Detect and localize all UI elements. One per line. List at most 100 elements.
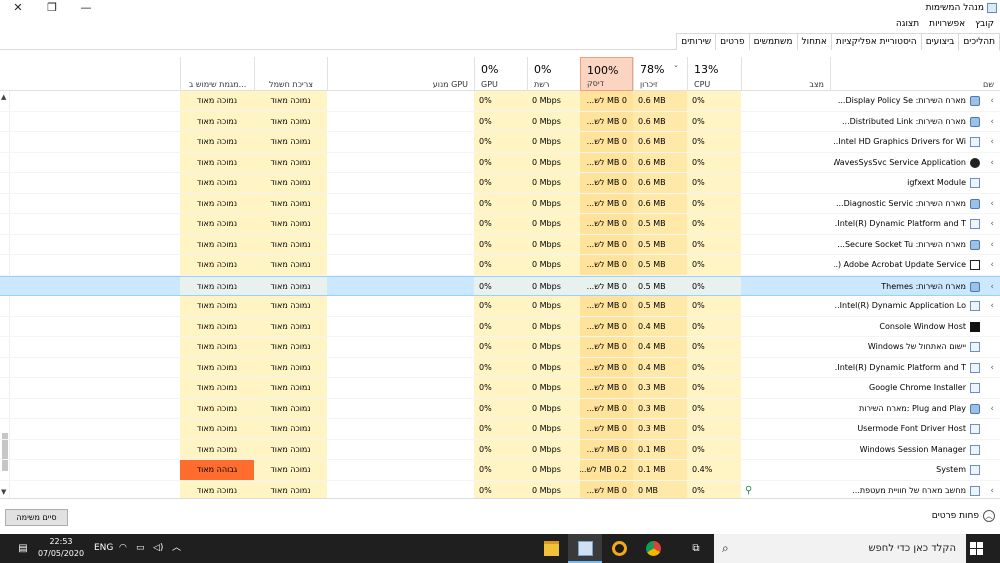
- file-explorer-tile[interactable]: [534, 534, 568, 563]
- menu-view[interactable]: תצוגה: [896, 19, 919, 29]
- header-power-trend[interactable]: מגמת שימוש ב...: [180, 57, 254, 91]
- process-row[interactable]: נמוכה מאוד נמוכה מאוד 0% 0 Mbps 0 MB לש... 0.…: [0, 398, 1000, 419]
- memory-cell: 0.6 MB: [633, 132, 687, 152]
- power-cell: נמוכה מאוד: [254, 234, 327, 254]
- process-row[interactable]: נמוכה מאוד נמוכה מאוד 0% 0 Mbps 0 MB לש... 0.…: [0, 316, 1000, 337]
- fewer-details-link[interactable]: ︿פחות פרטים: [932, 510, 995, 522]
- process-row[interactable]: נמוכה מאוד נמוכה מאוד 0% 0 Mbps 0 MB לש... 0.…: [0, 91, 1000, 112]
- notifications-icon[interactable]: ▤: [12, 534, 34, 563]
- memory-cell: 0.4 MB: [633, 357, 687, 377]
- task-manager-tile[interactable]: [568, 534, 602, 563]
- header-gpu-engine[interactable]: מנוע GPU: [327, 57, 474, 91]
- cpu-cell: 0%: [687, 173, 741, 193]
- process-row[interactable]: נמוכה מאוד נמוכה מאוד 0% 0 Mbps 0 MB לש... 0.…: [0, 214, 1000, 235]
- process-name: מארח השירות: Distributed Link...: [841, 116, 966, 126]
- process-icon: [970, 260, 980, 270]
- end-task-button[interactable]: סיים משימה: [5, 509, 68, 526]
- tab-app-history[interactable]: היסטוריית אפליקציות: [830, 33, 922, 50]
- tab-performance[interactable]: ביצועים: [920, 33, 960, 50]
- tab-users[interactable]: משתמשים: [748, 33, 798, 50]
- app-tile-3[interactable]: [602, 534, 636, 563]
- process-name-cell: › מארח השירות: Secure Socket Tu...: [830, 235, 1000, 255]
- header-status[interactable]: מצב: [741, 57, 830, 91]
- process-row[interactable]: גבוהה מאוד נמוכה מאוד 0% 0 Mbps 0.2 MB לש...…: [0, 460, 1000, 481]
- windows-start-icon[interactable]: [970, 542, 983, 555]
- process-row[interactable]: נמוכה מאוד נמוכה מאוד 0% 0 Mbps 0 MB לש... 0.…: [0, 234, 1000, 255]
- process-row[interactable]: נמוכה מאוד נמוכה מאוד 0% 0 Mbps 0 MB לש... 0.…: [0, 255, 1000, 276]
- process-row[interactable]: נמוכה מאוד נמוכה מאוד 0% 0 Mbps 0 MB לש... 0.…: [0, 111, 1000, 132]
- header-gpu[interactable]: 0% GPU: [474, 57, 527, 91]
- header-name[interactable]: שם: [830, 57, 1000, 91]
- tab-services[interactable]: שירותים: [676, 33, 717, 50]
- expand-chevron-icon[interactable]: ›: [990, 112, 994, 132]
- expand-chevron-icon[interactable]: ›: [990, 91, 994, 111]
- process-row[interactable]: נמוכה מאוד נמוכה מאוד 0% 0 Mbps 0 MB לש... 0.…: [0, 357, 1000, 378]
- expand-chevron-icon[interactable]: ›: [990, 296, 994, 316]
- process-row[interactable]: נמוכה מאוד נמוכה מאוד 0% 0 Mbps 0 MB לש... 0 …: [0, 480, 1000, 499]
- tab-startup[interactable]: אתחול: [796, 33, 832, 50]
- header-cpu[interactable]: 13% CPU: [687, 57, 741, 91]
- memory-cell: 0.3 MB: [633, 378, 687, 398]
- process-name: מארח השירות: Diagnostic Servic...: [835, 198, 966, 208]
- language-indicator[interactable]: ENG: [94, 534, 113, 563]
- process-name-cell: Google Chrome Installer: [830, 378, 1000, 398]
- expand-chevron-icon[interactable]: ›: [990, 358, 994, 378]
- cpu-cell: 0%: [687, 316, 741, 336]
- power-trend-cell: נמוכה מאוד: [180, 398, 254, 418]
- expand-chevron-icon[interactable]: ›: [990, 481, 994, 499]
- title-bar: מנהל המשימות ✕ ❐ —: [0, 0, 1000, 16]
- expand-chevron-icon[interactable]: ›: [990, 132, 994, 152]
- process-name-cell: › מארח השירות: Diagnostic Servic...: [830, 194, 1000, 214]
- process-row[interactable]: נמוכה מאוד נמוכה מאוד 0% 0 Mbps 0 MB לש... 0.…: [0, 173, 1000, 194]
- expand-chevron-icon[interactable]: ›: [990, 214, 994, 234]
- process-row[interactable]: נמוכה מאוד נמוכה מאוד 0% 0 Mbps 0 MB לש... 0.…: [0, 419, 1000, 440]
- tab-details[interactable]: פרטים: [715, 33, 750, 50]
- task-view-icon[interactable]: ⧉: [684, 534, 708, 563]
- process-row[interactable]: נמוכה מאוד נמוכה מאוד 0% 0 Mbps 0 MB לש... 0.…: [0, 193, 1000, 214]
- tab-processes[interactable]: תהליכים: [958, 33, 1000, 51]
- network-cell: 0 Mbps: [527, 398, 580, 418]
- search-box[interactable]: ⌕ הקלד כאן כדי לחפש: [714, 534, 966, 563]
- expand-chevron-icon[interactable]: ›: [990, 399, 994, 419]
- tray-chevron-up-icon[interactable]: ︿: [172, 534, 181, 563]
- header-disk[interactable]: 100% דיסק: [580, 57, 633, 91]
- process-row[interactable]: נמוכה מאוד נמוכה מאוד 0% 0 Mbps 0 MB לש... 0.…: [0, 337, 1000, 358]
- wifi-icon[interactable]: ◠: [119, 534, 127, 563]
- chrome-tile[interactable]: [636, 534, 670, 563]
- gpu-engine-cell: [327, 440, 474, 460]
- battery-icon[interactable]: ▭: [136, 534, 145, 563]
- close-icon[interactable]: ✕: [3, 0, 33, 16]
- process-name: יישום האתחול של Windows: [867, 342, 966, 351]
- network-cell: 0 Mbps: [527, 460, 580, 480]
- process-row[interactable]: נמוכה מאוד נמוכה מאוד 0% 0 Mbps 0 MB לש... 0.…: [0, 152, 1000, 173]
- header-power[interactable]: צריכת חשמל: [254, 57, 327, 91]
- power-trend-cell: נמוכה מאוד: [180, 193, 254, 213]
- menu-bar: קובץ אפשרויות תצוגה: [896, 16, 994, 31]
- header-memory[interactable]: 78% ⌄ זיכרון: [633, 57, 687, 91]
- process-name-cell: › מארח השירות: Themes: [830, 277, 1000, 296]
- clock[interactable]: 22:53 07/05/2020: [34, 536, 88, 560]
- process-icon: [970, 137, 980, 147]
- process-row[interactable]: נמוכה מאוד נמוכה מאוד 0% 0 Mbps 0 MB לש... 0.…: [0, 132, 1000, 153]
- power-trend-cell: נמוכה מאוד: [180, 439, 254, 459]
- process-row[interactable]: נמוכה מאוד נמוכה מאוד 0% 0 Mbps 0 MB לש... 0.…: [0, 378, 1000, 399]
- expand-chevron-icon[interactable]: ›: [990, 277, 994, 296]
- process-icon: [970, 301, 980, 311]
- task-manager-app-icon: [987, 3, 997, 13]
- minimize-icon[interactable]: —: [71, 0, 101, 16]
- process-name-cell: › WavesSysSvc Service Application: [830, 153, 1000, 173]
- expand-chevron-icon[interactable]: ›: [990, 255, 994, 275]
- process-row[interactable]: נמוכה מאוד נמוכה מאוד 0% 0 Mbps 0 MB לש... 0.…: [0, 275, 1000, 296]
- expand-chevron-icon[interactable]: ›: [990, 235, 994, 255]
- header-network[interactable]: 0% רשת: [527, 57, 580, 91]
- service-host-icon: [970, 281, 980, 292]
- maximize-icon[interactable]: ❐: [37, 0, 67, 16]
- expand-chevron-icon[interactable]: ›: [990, 194, 994, 214]
- gpu-cell: 0%: [474, 111, 527, 131]
- process-row[interactable]: נמוכה מאוד נמוכה מאוד 0% 0 Mbps 0 MB לש... 0.…: [0, 439, 1000, 460]
- expand-chevron-icon[interactable]: ›: [990, 153, 994, 173]
- volume-icon[interactable]: ◁): [153, 534, 163, 563]
- menu-options[interactable]: אפשרויות: [929, 19, 965, 29]
- menu-file[interactable]: קובץ: [975, 19, 994, 29]
- process-row[interactable]: נמוכה מאוד נמוכה מאוד 0% 0 Mbps 0 MB לש... 0.…: [0, 296, 1000, 317]
